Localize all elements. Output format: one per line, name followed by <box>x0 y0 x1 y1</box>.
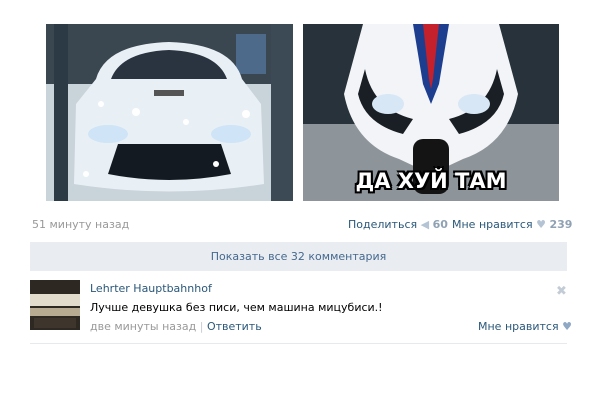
divider <box>30 343 567 344</box>
car-photo[interactable] <box>46 24 293 201</box>
heart-icon: ♥ <box>562 320 572 333</box>
show-all-comments-button[interactable]: Показать все 32 комментария <box>30 242 567 271</box>
share-label: Поделиться <box>348 218 418 231</box>
like-count: 239 <box>549 218 573 231</box>
comment-meta: две минуты назад | Ответить <box>90 320 262 333</box>
comment-time[interactable]: две минуты назад <box>90 320 196 333</box>
share-button[interactable]: Поделиться ◀ 60 <box>348 218 448 231</box>
comment-like-button[interactable]: Мне нравится ♥ <box>478 320 572 333</box>
megaphone-icon: ◀ <box>420 218 430 231</box>
like-label: Мне нравится <box>452 218 533 231</box>
comment-text: Лучше девушка без писи, чем машина мицуб… <box>90 301 383 314</box>
motorcycle-meme-photo[interactable]: ДА ХУЙ ТАМ <box>303 24 559 201</box>
avatar[interactable] <box>30 280 80 330</box>
comment-like-label: Мне нравится <box>478 320 559 333</box>
separator: | <box>199 320 204 333</box>
share-count: 60 <box>432 218 448 231</box>
like-button[interactable]: Мне нравится ♥ 239 <box>452 218 572 231</box>
post-time[interactable]: 51 минуту назад <box>32 218 129 231</box>
comment-author[interactable]: Lehrter Hauptbahnhof <box>90 282 212 295</box>
reply-button[interactable]: Ответить <box>207 320 262 333</box>
heart-icon: ♥ <box>536 218 546 231</box>
meme-caption: ДА ХУЙ ТАМ <box>355 169 507 193</box>
close-icon[interactable]: ✖ <box>556 284 567 299</box>
